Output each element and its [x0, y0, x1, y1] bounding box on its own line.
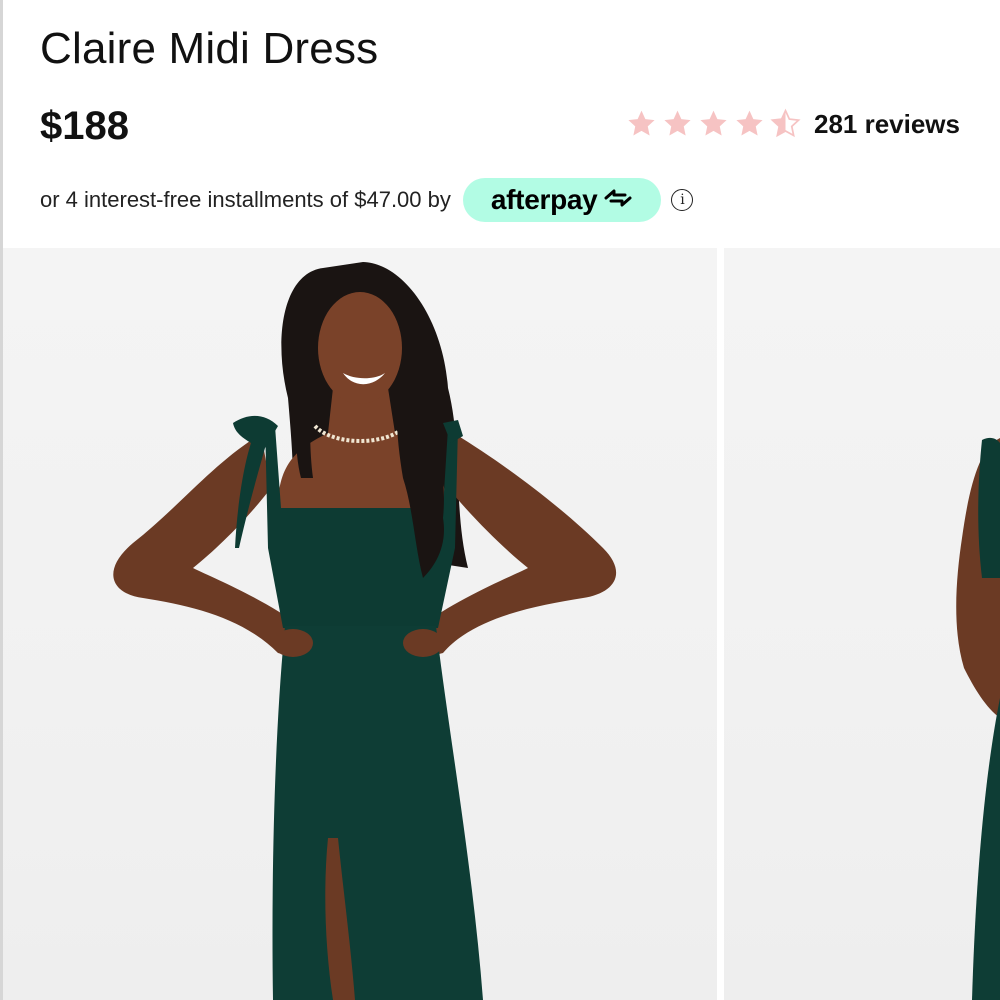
afterpay-logo: afterpay	[490, 184, 598, 215]
reviews-count-link[interactable]: 281 reviews	[814, 109, 960, 140]
half-star-icon	[769, 108, 802, 140]
star-icon	[697, 108, 730, 140]
model-front-illustration	[113, 262, 617, 1000]
star-icon	[661, 108, 694, 140]
product-image-gallery[interactable]	[3, 248, 1000, 1000]
product-title: Claire Midi Dress	[40, 24, 379, 73]
product-price: $188	[40, 104, 129, 148]
star-icon	[733, 108, 766, 140]
product-photo-secondary[interactable]	[724, 248, 1000, 1000]
afterpay-arrows-icon	[603, 187, 633, 214]
info-icon[interactable]: i	[671, 189, 694, 211]
star-rating	[625, 108, 802, 140]
product-photo-main[interactable]	[3, 248, 717, 1000]
installments-text: or 4 interest-free installments of $47.0…	[40, 187, 451, 212]
star-icon	[625, 108, 658, 140]
installments-row: or 4 interest-free installments of $47.0…	[40, 178, 694, 222]
model-side-illustration	[956, 437, 1000, 1000]
afterpay-badge[interactable]: afterpay	[462, 178, 662, 222]
product-page: Claire Midi Dress $188 281 reviews or 4 …	[0, 0, 1000, 1000]
rating-summary[interactable]: 281 reviews	[625, 108, 960, 140]
